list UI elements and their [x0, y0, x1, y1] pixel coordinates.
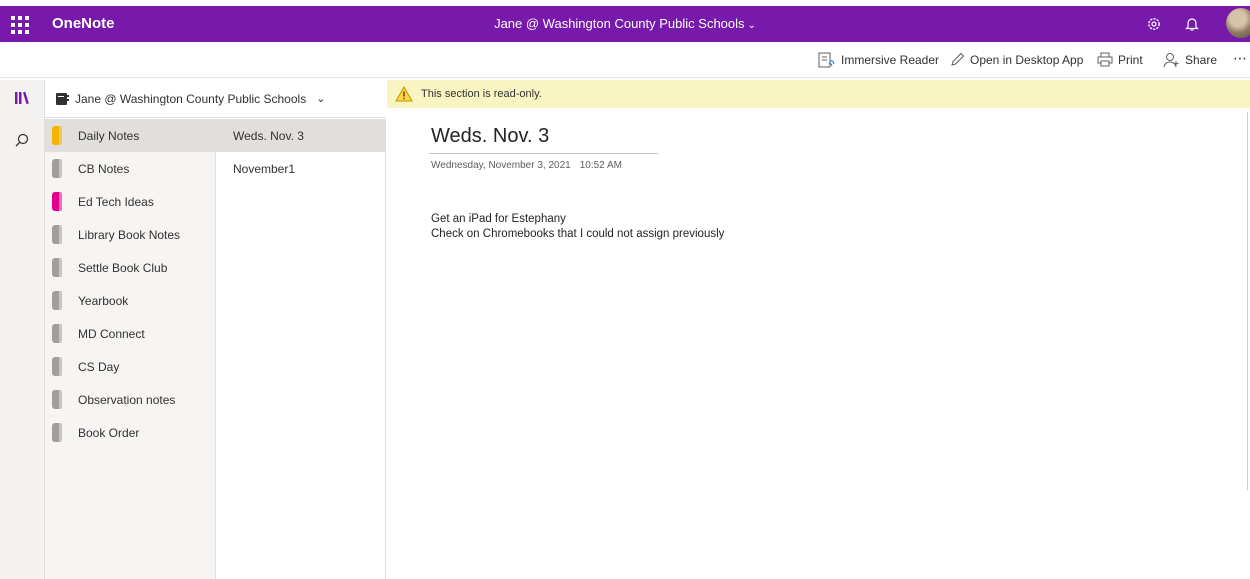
section-label: CS Day	[78, 359, 120, 374]
notebooks-icon[interactable]	[0, 82, 44, 114]
section-label: Settle Book Club	[78, 260, 168, 275]
immersive-reader-label: Immersive Reader	[841, 53, 940, 67]
section-tab-icon	[52, 324, 62, 343]
section-tab-icon	[52, 423, 62, 442]
section-tab-icon	[52, 357, 62, 376]
section-item-observation-notes[interactable]: Observation notes	[45, 383, 215, 416]
section-item-ed-tech-ideas[interactable]: Ed Tech Ideas	[45, 185, 215, 218]
page-item-weds-nov-3[interactable]: Weds. Nov. 3	[216, 119, 385, 152]
avatar[interactable]	[1226, 8, 1250, 38]
section-label: CB Notes	[78, 161, 130, 176]
section-item-yearbook[interactable]: Yearbook	[45, 284, 215, 317]
section-tab-icon	[52, 258, 62, 277]
search-icon[interactable]	[0, 124, 44, 156]
section-tab-icon	[52, 192, 62, 211]
section-item-library-book-notes[interactable]: Library Book Notes	[45, 218, 215, 251]
note-line[interactable]: Get an iPad for Estephany	[431, 213, 566, 225]
more-options-button[interactable]: ⋯	[1233, 50, 1248, 67]
title-underline	[429, 153, 658, 154]
printer-icon	[1097, 52, 1113, 67]
pages-list: Weds. Nov. 3 November1	[216, 119, 386, 579]
page-item-november1[interactable]: November1	[216, 152, 385, 185]
sections-list: Daily Notes CB Notes Ed Tech Ideas Libra…	[45, 119, 216, 579]
print-button[interactable]: Print	[1097, 52, 1143, 67]
section-label: MD Connect	[78, 326, 145, 341]
account-switcher[interactable]: Jane @ Washington County Public Schools ⌄	[0, 16, 1250, 31]
share-person-icon	[1163, 53, 1179, 68]
page-timestamp: Wednesday, November 3, 2021 10:52 AM	[431, 160, 622, 171]
section-item-settle-book-club[interactable]: Settle Book Club	[45, 251, 215, 284]
chevron-down-icon: ⌄	[747, 20, 756, 31]
section-label: Observation notes	[78, 392, 176, 407]
share-label: Share	[1185, 53, 1218, 67]
open-desktop-app-label: Open in Desktop App	[970, 52, 1084, 67]
section-label: Daily Notes	[78, 128, 140, 143]
section-label: Ed Tech Ideas	[78, 194, 154, 209]
section-label: Library Book Notes	[78, 227, 181, 242]
section-item-daily-notes[interactable]: Daily Notes	[45, 119, 215, 152]
command-bar: Immersive Reader Open in Desktop App Pri…	[0, 42, 1250, 78]
share-button[interactable]: Share	[1163, 52, 1217, 68]
immersive-reader-icon	[818, 52, 835, 68]
section-tab-icon	[52, 126, 62, 145]
scrollbar-track[interactable]	[1247, 112, 1248, 490]
immersive-reader-button[interactable]: Immersive Reader	[818, 52, 939, 68]
page-date: Wednesday, November 3, 2021	[431, 160, 571, 171]
section-label: Yearbook	[78, 293, 129, 308]
account-name: Jane @ Washington County Public Schools	[494, 16, 745, 31]
pencil-icon	[951, 52, 965, 66]
section-tab-icon	[52, 390, 62, 409]
section-item-cb-notes[interactable]: CB Notes	[45, 152, 215, 185]
section-tab-icon	[52, 291, 62, 310]
open-desktop-app-button[interactable]: Open in Desktop App	[950, 52, 1083, 67]
banner-text: This section is read-only.	[421, 88, 542, 100]
notebook-icon	[56, 92, 69, 105]
page-title[interactable]: Weds. Nov. 3	[431, 125, 549, 148]
notebook-name: Jane @ Washington County Public Schools	[75, 91, 307, 106]
section-item-cs-day[interactable]: CS Day	[45, 350, 215, 383]
section-item-book-order[interactable]: Book Order	[45, 416, 215, 449]
notebook-switcher[interactable]: Jane @ Washington County Public Schools …	[45, 80, 386, 118]
warning-icon	[395, 86, 413, 102]
note-line[interactable]: Check on Chromebooks that I could not as…	[431, 228, 724, 240]
left-rail	[0, 80, 45, 579]
bell-icon[interactable]	[1180, 12, 1204, 36]
settings-gear-icon[interactable]	[1142, 12, 1166, 36]
section-label: Book Order	[78, 425, 140, 440]
section-item-md-connect[interactable]: MD Connect	[45, 317, 215, 350]
read-only-banner: This section is read-only.	[387, 80, 1250, 108]
page-time: 10:52 AM	[579, 160, 622, 171]
section-tab-icon	[52, 225, 62, 244]
chevron-down-icon: ⌄	[316, 93, 326, 105]
print-label: Print	[1118, 52, 1143, 67]
app-header: OneNote Jane @ Washington County Public …	[0, 6, 1250, 42]
section-tab-icon	[52, 159, 62, 178]
